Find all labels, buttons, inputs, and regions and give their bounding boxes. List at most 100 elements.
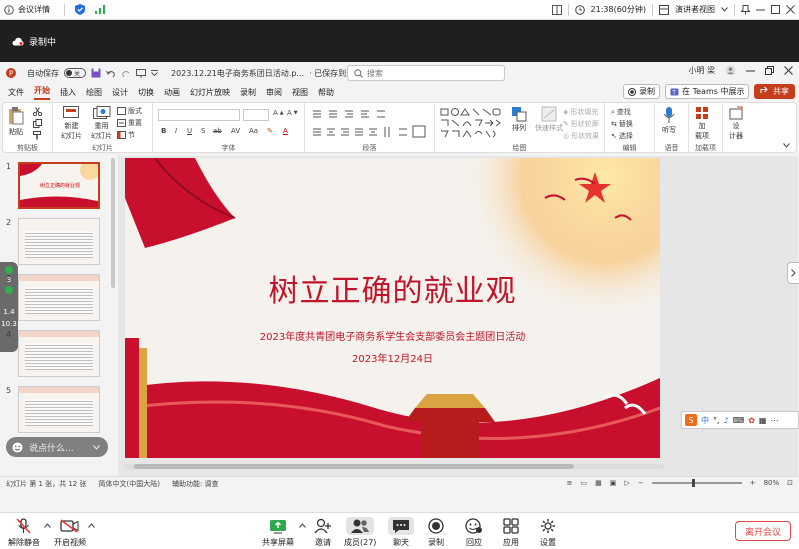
normal-view-icon[interactable]: ▭ — [581, 479, 588, 487]
expand-panel-button[interactable] — [787, 262, 799, 284]
font-family-select[interactable] — [158, 109, 240, 121]
strikethrough-icon[interactable]: ab — [213, 127, 222, 135]
tab-file[interactable]: 文件 — [8, 87, 24, 100]
view-mode-dropdown[interactable]: 演讲者视图 — [675, 4, 715, 15]
keyboard-icon[interactable]: ⌨ — [733, 416, 745, 425]
chevron-down-icon[interactable] — [721, 7, 728, 12]
tab-record[interactable]: 录制 — [240, 87, 256, 100]
apps-button[interactable]: 应用 — [503, 517, 519, 548]
tab-home[interactable]: 开始 — [34, 85, 50, 100]
record-meeting-button[interactable]: 录制 — [428, 517, 444, 548]
unmute-button[interactable]: 解除静音 — [8, 517, 40, 548]
cut-icon[interactable] — [33, 107, 42, 116]
layout-button[interactable]: 版式 — [117, 106, 142, 116]
scrollbar-thumb[interactable] — [134, 464, 574, 469]
language-status[interactable]: 简体中文(中国大陆) — [99, 479, 160, 489]
shield-icon[interactable] — [75, 4, 85, 15]
tab-help[interactable]: 帮助 — [318, 87, 334, 100]
slide-date[interactable]: 2023年12月24日 — [125, 350, 660, 365]
horizontal-scrollbar[interactable] — [124, 464, 664, 469]
info-icon[interactable] — [4, 4, 14, 15]
shapes-gallery-icon[interactable] — [439, 107, 503, 139]
italic-icon[interactable]: I — [175, 127, 177, 135]
tab-draw[interactable]: 绘图 — [86, 87, 102, 100]
paragraph-tools-icon[interactable] — [311, 109, 429, 139]
undo-icon[interactable] — [106, 69, 116, 78]
slide-thumbnail-3[interactable] — [18, 274, 100, 321]
redo-icon[interactable] — [121, 69, 131, 78]
chevron-down-icon[interactable] — [783, 143, 790, 148]
settings-button[interactable]: 设置 — [540, 517, 556, 548]
shadow-icon[interactable]: S — [201, 127, 205, 135]
reuse-slides-button[interactable]: 重用 幻灯片 — [91, 106, 112, 141]
tab-view[interactable]: 视图 — [292, 87, 308, 100]
zoom-in-icon[interactable]: + — [750, 479, 756, 487]
grow-font-icon[interactable]: A ▲ — [273, 109, 284, 117]
chevron-down-icon[interactable] — [93, 444, 100, 450]
tab-slideshow[interactable]: 幻灯片放映 — [190, 87, 230, 100]
reset-button[interactable]: 重置 — [117, 118, 142, 128]
tab-animations[interactable]: 动画 — [164, 87, 180, 100]
paste-button[interactable]: 粘贴 — [7, 106, 25, 137]
grid-view-icon[interactable] — [551, 4, 562, 15]
reaction-button[interactable]: 回应 — [465, 517, 483, 548]
floating-side-panel[interactable]: 3 1.4 10.3 — [0, 262, 18, 352]
chevron-up-icon[interactable] — [299, 523, 306, 528]
share-button[interactable]: 共享 — [754, 84, 795, 99]
ime-mode-icon[interactable]: 中 — [701, 415, 709, 426]
new-slide-button[interactable]: 新建 幻灯片 — [61, 106, 82, 141]
pin-icon[interactable] — [741, 4, 750, 15]
shrink-font-icon[interactable]: A ▼ — [287, 109, 298, 117]
change-case-icon[interactable]: Aa — [249, 127, 258, 135]
chat-button[interactable]: 聊天 — [388, 517, 414, 548]
fit-slide-icon[interactable]: ⊡ — [787, 479, 793, 487]
user-name[interactable]: 小明 梁 — [688, 65, 715, 76]
bold-icon[interactable]: B — [161, 127, 166, 135]
zoom-out-icon[interactable]: − — [638, 479, 644, 487]
tab-transitions[interactable]: 切换 — [138, 87, 154, 100]
restore-icon[interactable] — [765, 66, 774, 75]
search-input[interactable]: 搜索 — [347, 65, 505, 81]
underline-icon[interactable]: U — [187, 127, 192, 135]
zoom-slider[interactable] — [651, 479, 742, 487]
select-button[interactable]: ↖ 选择 — [611, 131, 633, 141]
copy-icon[interactable] — [33, 119, 42, 128]
punctuation-icon[interactable]: °, — [713, 416, 720, 425]
avatar[interactable] — [725, 65, 736, 76]
quick-styles-button[interactable]: 快速样式 — [535, 106, 563, 133]
minimize-icon[interactable] — [756, 5, 765, 14]
maximize-icon[interactable] — [771, 5, 780, 14]
tab-insert[interactable]: 插入 — [60, 87, 76, 100]
replace-button[interactable]: ⇆ 替换 — [611, 119, 633, 129]
slide-title[interactable]: 树立正确的就业观 — [125, 266, 660, 310]
slideshow-icon[interactable]: ▷ — [624, 479, 629, 487]
chevron-up-icon[interactable] — [44, 523, 51, 528]
slide-thumbnail-5[interactable] — [18, 386, 100, 433]
layout-icon[interactable] — [659, 4, 669, 15]
present-in-teams-button[interactable]: T 在 Teams 中展示 — [665, 84, 750, 99]
start-video-button[interactable]: 开启视频 — [54, 517, 86, 548]
menu-icon[interactable]: ⋯ — [770, 416, 778, 425]
addins-button[interactable]: 加 载项 — [695, 106, 709, 141]
shape-effects-button[interactable]: ◎ 形状效果 — [563, 131, 599, 141]
file-name[interactable]: 2023.12.21电子商务系团日活动.p... — [171, 68, 304, 79]
slide-thumbnail-4[interactable] — [18, 330, 100, 377]
notes-icon[interactable]: ≡ — [567, 479, 573, 487]
shape-outline-button[interactable]: ✎ 形状轮廓 — [563, 119, 599, 129]
highlight-icon[interactable]: ✎ — [267, 127, 273, 135]
dictate-button[interactable]: 听写 — [662, 106, 676, 135]
char-spacing-icon[interactable]: AV — [231, 127, 240, 135]
minimize-icon[interactable] — [746, 66, 755, 75]
slide-thumbnail-2[interactable] — [18, 218, 100, 265]
find-button[interactable]: ⌕ 查找 — [611, 107, 631, 117]
members-button[interactable]: 成员(27) — [344, 517, 376, 548]
current-slide[interactable]: 树立正确的就业观 2023年度共青团电子商务系学生会支部委员会主题团日活动 20… — [125, 158, 660, 458]
tab-design[interactable]: 设计 — [112, 87, 128, 100]
slide-subtitle[interactable]: 2023年度共青团电子商务系学生会支部委员会主题团日活动 — [125, 328, 660, 343]
autosave-toggle[interactable]: 关 — [64, 68, 86, 78]
slide-sorter-icon[interactable]: ▦ — [595, 479, 602, 487]
accessibility-status[interactable]: 辅助功能: 调查 — [172, 479, 219, 489]
toolbox-icon[interactable]: ▦ — [759, 416, 767, 425]
section-button[interactable]: 节 — [117, 130, 135, 140]
tab-review[interactable]: 审阅 — [266, 87, 282, 100]
